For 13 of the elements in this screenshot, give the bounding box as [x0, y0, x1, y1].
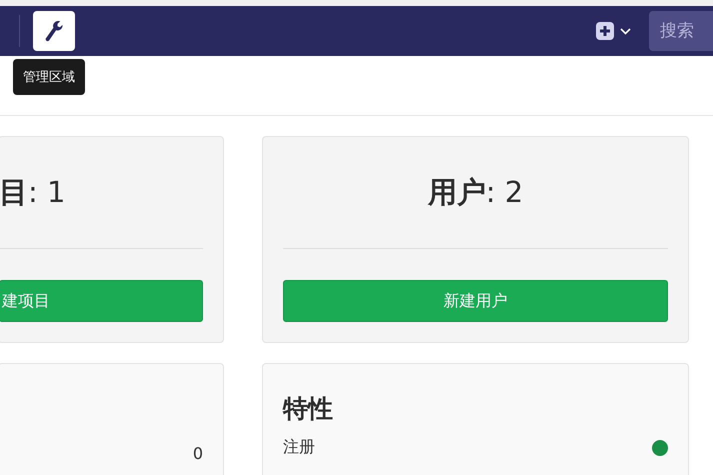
stat-title: 目: 1	[0, 137, 203, 249]
tooltip: 管理区域	[13, 59, 85, 95]
stat-title: 用户: 2	[283, 137, 668, 249]
new-menu-button[interactable]	[596, 22, 631, 40]
feature-label: 注册	[283, 437, 315, 458]
search-field[interactable]: 搜索	[649, 11, 713, 51]
new-button[interactable]: 新建用户	[283, 280, 668, 322]
card-title: 特性	[283, 393, 334, 425]
plus-square-icon	[596, 22, 614, 40]
wrench-icon	[44, 20, 64, 42]
count-value: 0	[192, 444, 203, 463]
new-button[interactable]: 建项目	[0, 280, 203, 322]
caret-icon	[620, 28, 631, 34]
